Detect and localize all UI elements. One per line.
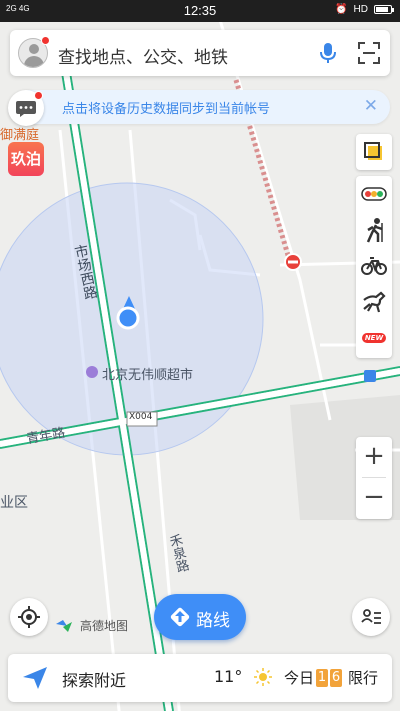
route-button[interactable]: 路线: [154, 594, 246, 640]
plate-number-1: 1: [316, 668, 329, 687]
route-button-label: 路线: [196, 611, 230, 631]
sync-notice-text[interactable]: 点击将设备历史数据同步到当前帐号: [62, 98, 270, 117]
bottom-bar[interactable]: 探索附近 11° 今日 1 6 限行: [8, 654, 392, 702]
zoom-out-button[interactable]: −: [356, 478, 392, 518]
sun-icon: [254, 668, 272, 686]
avatar-notification-dot: [41, 36, 50, 45]
zoom-in-button[interactable]: +: [356, 437, 392, 477]
brand-name: 高德地图: [80, 619, 129, 633]
horse-button[interactable]: [356, 284, 392, 320]
close-icon[interactable]: ✕: [364, 96, 378, 116]
map-tools-panel: NEW: [356, 176, 392, 358]
sync-notice-banner[interactable]: 点击将设备历史数据同步到当前帐号 ✕: [8, 90, 390, 126]
brand-logo: 高德地图: [54, 617, 128, 634]
locate-button[interactable]: [10, 598, 48, 636]
avatar-body-shape: [24, 56, 44, 67]
bicycle-icon: [361, 257, 387, 275]
horse-icon: [363, 291, 386, 313]
scan-icon[interactable]: [358, 42, 380, 64]
crosshair-icon: [18, 606, 40, 628]
route-arrow-icon: [170, 607, 190, 627]
commute-card-button[interactable]: [352, 598, 390, 636]
traffic-restriction[interactable]: 今日 1 6 限行: [284, 667, 378, 688]
poi-label-top[interactable]: 御满庭: [0, 124, 39, 143]
promo-app-icon[interactable]: 玖泊: [8, 142, 44, 176]
microphone-icon[interactable]: [318, 42, 338, 64]
traffic-button[interactable]: [356, 176, 392, 212]
zoom-controls: + −: [356, 437, 392, 519]
message-bubble[interactable]: [8, 90, 44, 126]
message-notification-dot: [34, 91, 43, 100]
poi-label-supermarket[interactable]: 北京无伟顺超市: [102, 364, 193, 383]
battery-icon: [374, 5, 394, 14]
restriction-label: 限行: [348, 669, 379, 687]
today-label: 今日: [284, 669, 315, 687]
district-label: 业区: [0, 495, 28, 511]
road-code-label: X004: [129, 412, 153, 422]
status-right: ⏰ HD: [335, 4, 394, 15]
alarm-icon: ⏰: [335, 4, 348, 15]
new-badge: NEW: [361, 333, 387, 343]
search-input[interactable]: 查找地点、公交、地铁: [58, 43, 228, 68]
new-feature-button[interactable]: NEW: [356, 320, 392, 356]
plate-number-2: 6: [330, 668, 343, 687]
explore-nearby-link[interactable]: 探索附近: [62, 667, 126, 691]
bike-button[interactable]: [356, 248, 392, 284]
traffic-light-icon: [361, 187, 387, 201]
status-bar: 2G 4G 12:35 ⏰ HD: [0, 0, 400, 22]
walk-button[interactable]: [356, 212, 392, 248]
walking-person-icon: [366, 218, 383, 243]
amap-logo-icon: [56, 619, 72, 632]
layers-button[interactable]: [356, 134, 392, 170]
avatar-head-shape: [29, 44, 39, 54]
person-list-icon: [361, 609, 381, 624]
search-bar[interactable]: 查找地点、公交、地铁: [10, 30, 390, 76]
temperature-text[interactable]: 11°: [214, 667, 242, 686]
layers-icon: [364, 142, 382, 160]
hd-indicator: HD: [353, 4, 368, 15]
navigation-arrow-icon[interactable]: [22, 666, 48, 690]
